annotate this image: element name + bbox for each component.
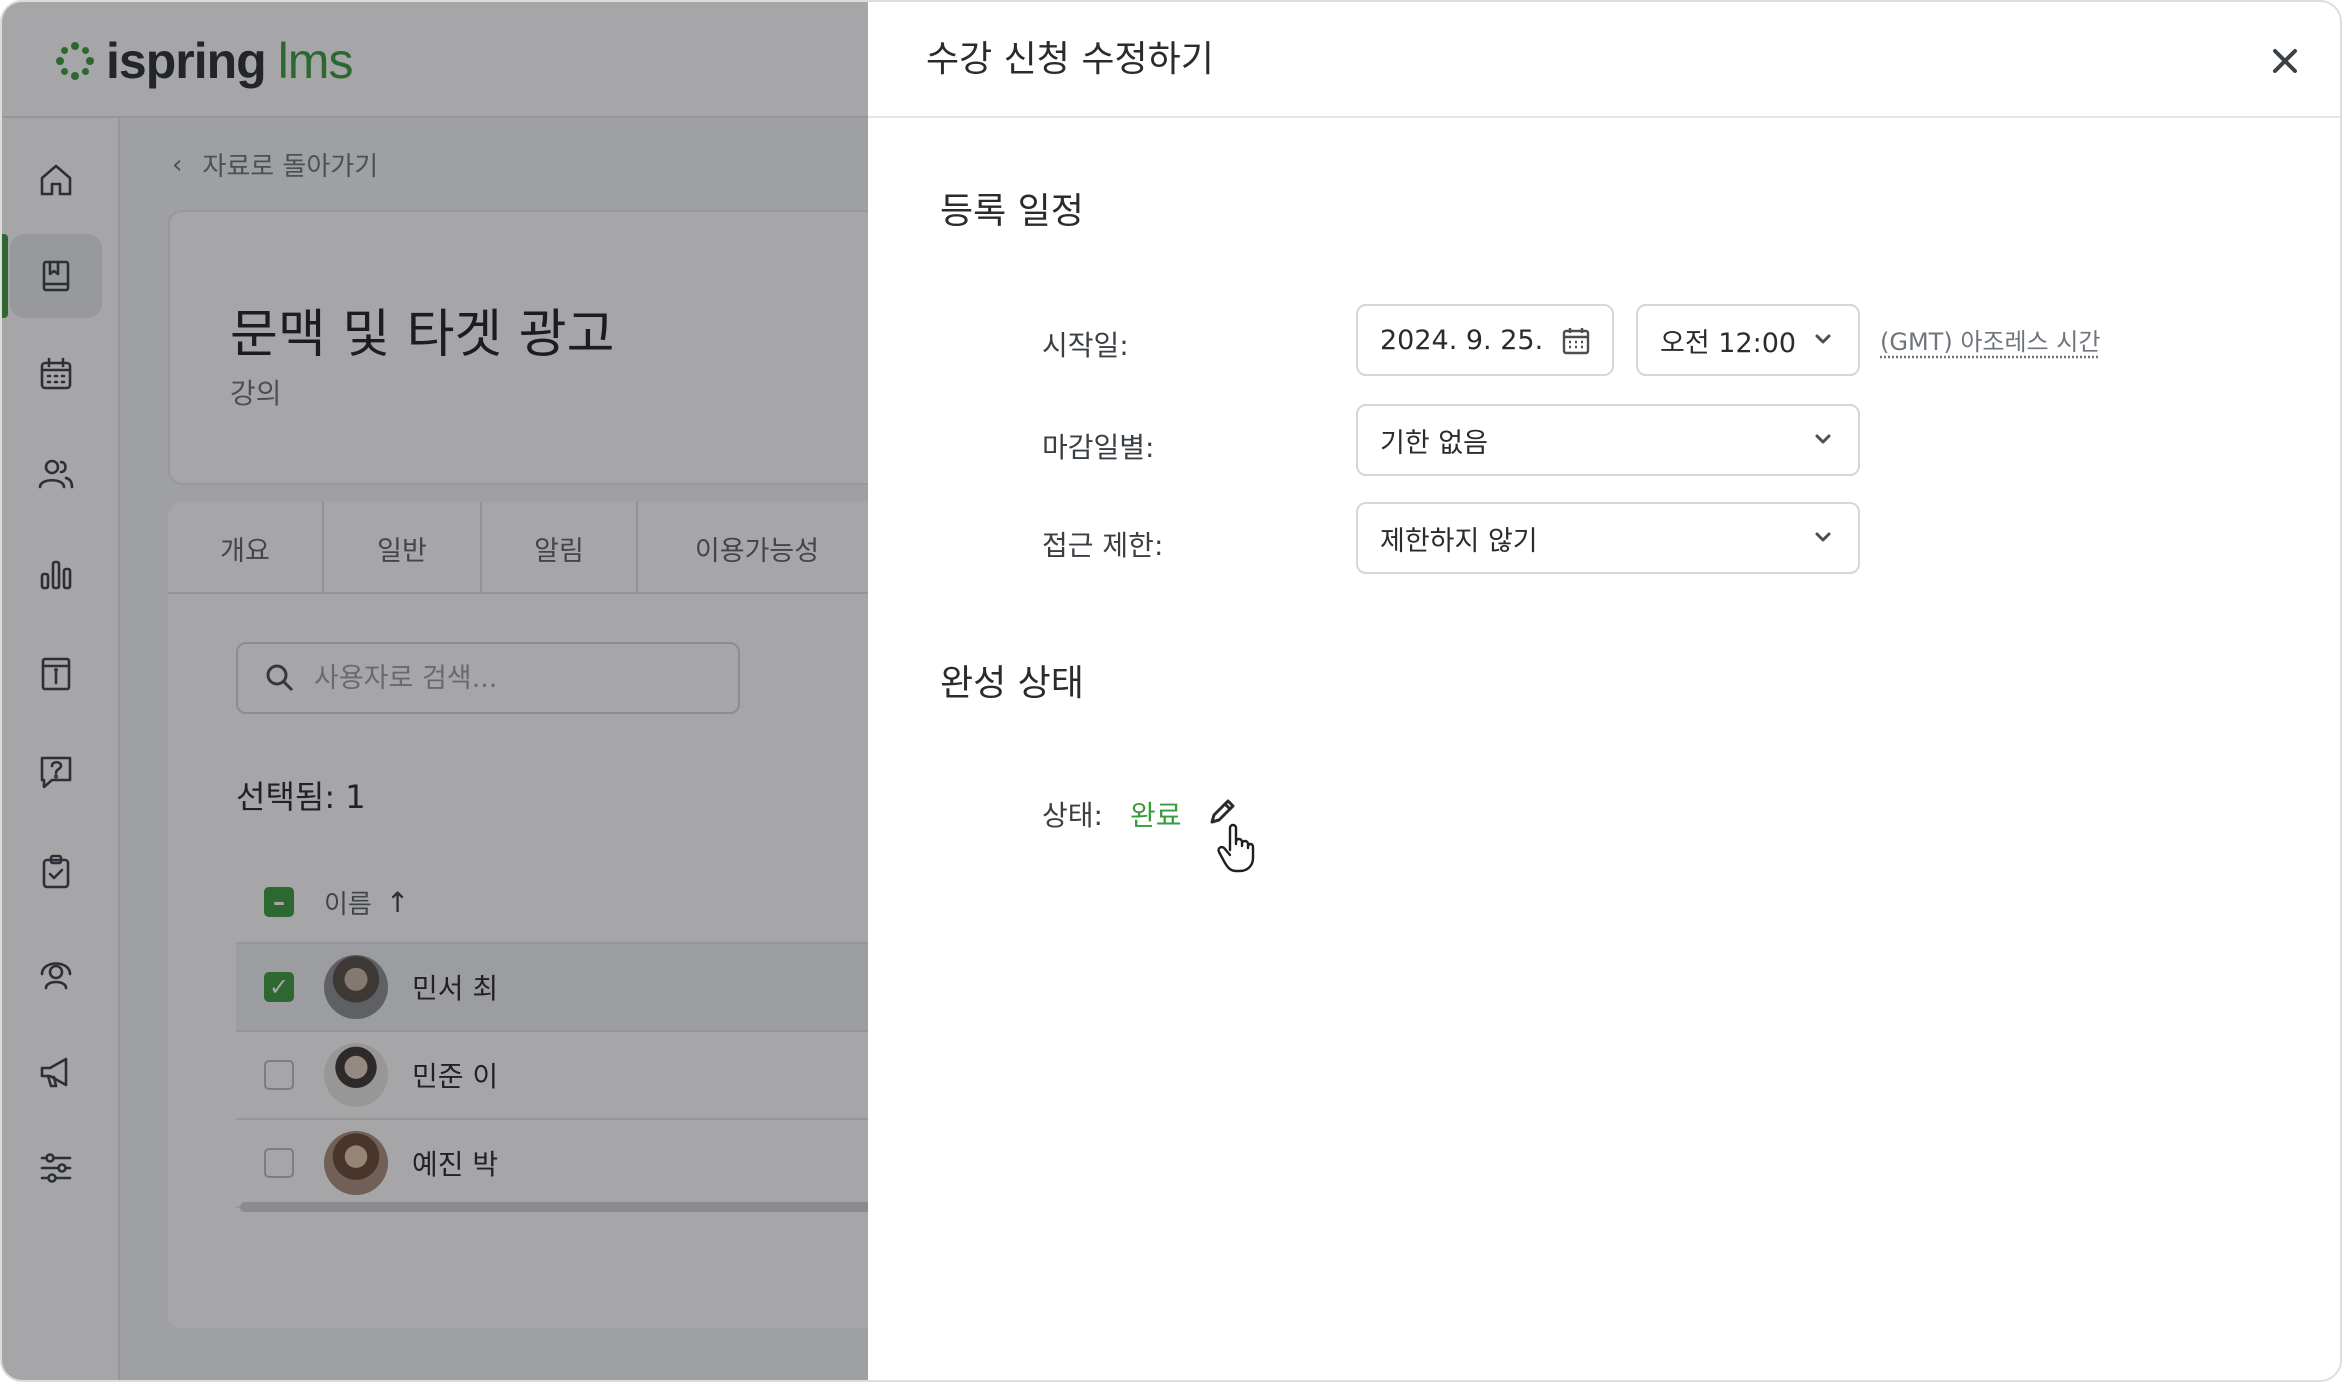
access-limit-label: 접근 제한: — [1042, 529, 1164, 562]
timezone-link[interactable]: (GMT) 아조레스 시간 — [1880, 322, 2100, 357]
start-date-field[interactable]: 2024. 9. 25. — [1356, 304, 1614, 376]
access-limit-select[interactable]: 제한하지 않기 — [1356, 502, 1860, 574]
hand-cursor-icon — [1216, 820, 1256, 874]
app-window: ispring lms ‹ 자료로 돌아가기 문맥 및 타겟 광고 강의 개요 … — [0, 0, 2342, 1382]
schedule-section-title: 등록 일정 — [940, 191, 1084, 232]
start-time-select[interactable]: 오전 12:00 — [1636, 304, 1860, 376]
start-date-value: 2024. 9. 25. — [1380, 324, 1544, 356]
calendar-icon[interactable] — [1560, 325, 1592, 357]
drawer-title: 수강 신청 수정하기 — [926, 39, 1214, 80]
modal-overlay[interactable] — [2, 2, 870, 1380]
chevron-down-icon — [1810, 524, 1836, 550]
edit-enrollment-drawer: 수강 신청 수정하기 등록 일정 시작일: 2024. 9. 25. 오전 12… — [868, 2, 2340, 1380]
due-date-select[interactable]: 기한 없음 — [1356, 404, 1860, 476]
close-button[interactable] — [2262, 38, 2308, 84]
status-value: 완료 — [1130, 799, 1182, 832]
status-label: 상태: — [1042, 799, 1103, 832]
completion-section-title: 완성 상태 — [940, 663, 1084, 704]
drawer-header: 수강 신청 수정하기 — [868, 2, 2340, 118]
start-time-value: 오전 12:00 — [1660, 327, 1797, 359]
chevron-down-icon — [1810, 326, 1836, 352]
due-date-value: 기한 없음 — [1380, 427, 1488, 459]
start-date-label: 시작일: — [1042, 329, 1129, 362]
close-icon — [2273, 49, 2297, 73]
due-date-label: 마감일별: — [1042, 431, 1155, 464]
chevron-down-icon — [1810, 426, 1836, 452]
access-limit-value: 제한하지 않기 — [1380, 525, 1538, 557]
